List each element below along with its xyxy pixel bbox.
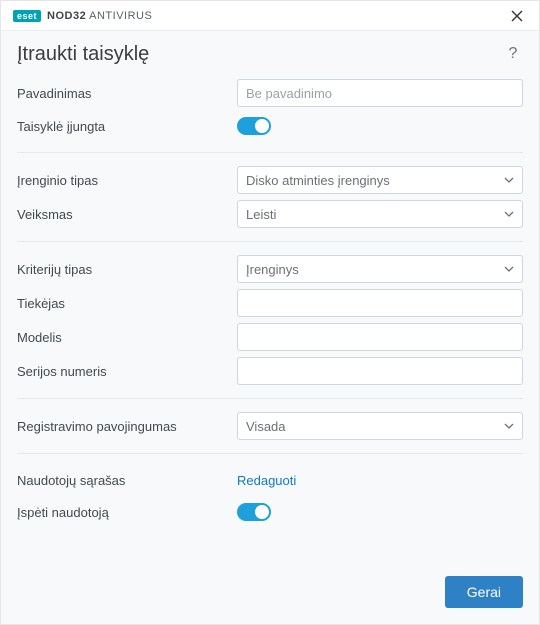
row-model: Modelis [17,320,523,354]
brand: eset NOD32 ANTIVIRUS [13,10,152,22]
brand-product: NOD32 ANTIVIRUS [47,10,152,22]
divider [17,453,523,454]
divider [17,152,523,153]
divider [17,241,523,242]
row-notify-user: Įspėti naudotoją [17,496,523,528]
close-icon [511,10,523,22]
notify-label: Įspėti naudotoją [17,505,237,520]
model-label: Modelis [17,330,237,345]
row-vendor: Tiekėjas [17,286,523,320]
row-logging-severity: Registravimo pavojingumas Visada [17,409,523,443]
dialog-content: Pavadinimas Taisyklė įjungta Įrenginio t… [1,72,539,562]
dialog-footer: Gerai [1,562,539,624]
help-button[interactable]: ? [503,45,523,65]
serial-label: Serijos numeris [17,364,237,379]
row-name: Pavadinimas [17,76,523,110]
userlist-edit-link[interactable]: Redaguoti [237,473,296,488]
dialog-header: Įtraukti taisyklę ? [1,31,539,72]
titlebar: eset NOD32 ANTIVIRUS [1,1,539,31]
dialog-title: Įtraukti taisyklę [17,43,149,66]
device-type-value: Disko atminties įrenginys [246,173,390,188]
vendor-input[interactable] [237,289,523,317]
logging-value: Visada [246,419,286,434]
rule-enabled-toggle[interactable] [237,117,271,135]
row-rule-enabled: Taisyklė įjungta [17,110,523,142]
chevron-down-icon [504,262,514,277]
action-select[interactable]: Leisti [237,200,523,228]
notify-user-toggle[interactable] [237,503,271,521]
logging-label: Registravimo pavojingumas [17,419,237,434]
criteria-type-value: Įrenginys [246,262,299,277]
chevron-down-icon [504,173,514,188]
device-type-label: Įrenginio tipas [17,173,237,188]
brand-product-strong: NOD32 [47,10,86,22]
device-type-select[interactable]: Disko atminties įrenginys [237,166,523,194]
name-input[interactable] [237,79,523,107]
name-label: Pavadinimas [17,86,237,101]
action-value: Leisti [246,207,276,222]
brand-product-rest: ANTIVIRUS [89,10,152,22]
ok-button[interactable]: Gerai [445,576,523,608]
brand-badge: eset [13,10,41,22]
row-device-type: Įrenginio tipas Disko atminties įrenginy… [17,163,523,197]
action-label: Veiksmas [17,207,237,222]
chevron-down-icon [504,207,514,222]
row-action: Veiksmas Leisti [17,197,523,231]
criteria-type-select[interactable]: Įrenginys [237,255,523,283]
userlist-label: Naudotojų sąrašas [17,473,237,488]
vendor-label: Tiekėjas [17,296,237,311]
close-button[interactable] [505,4,529,28]
divider [17,398,523,399]
logging-select[interactable]: Visada [237,412,523,440]
rule-enabled-label: Taisyklė įjungta [17,119,237,134]
help-icon: ? [509,45,518,62]
dialog-window: eset NOD32 ANTIVIRUS Įtraukti taisyklę ?… [0,0,540,625]
chevron-down-icon [504,419,514,434]
model-input[interactable] [237,323,523,351]
row-serial: Serijos numeris [17,354,523,388]
row-criteria-type: Kriterijų tipas Įrenginys [17,252,523,286]
criteria-type-label: Kriterijų tipas [17,262,237,277]
serial-input[interactable] [237,357,523,385]
row-user-list: Naudotojų sąrašas Redaguoti [17,464,523,496]
